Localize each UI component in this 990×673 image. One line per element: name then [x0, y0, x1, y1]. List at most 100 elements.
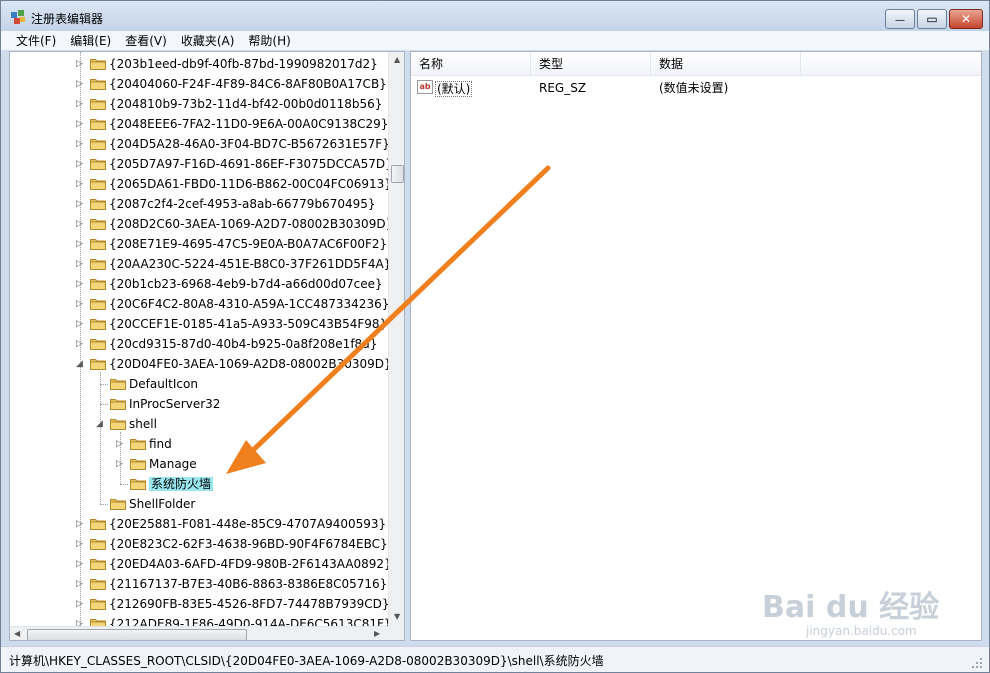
tree-node[interactable]: ▷ {20C6F4C2-80A8-4310-A59A-1CC487334236} — [10, 294, 388, 314]
baidu-watermark: Bai du 经验 jingyan.baidu.com — [756, 574, 984, 644]
window-title: 注册表编辑器 — [31, 12, 104, 26]
watermark-brand: Bai du 经验 — [762, 590, 940, 625]
scroll-left-icon[interactable]: ◀ — [14, 629, 20, 638]
expand-arrow-icon[interactable]: ▷ — [76, 278, 86, 290]
tree-node-label: {20cd9315-87d0-40b4-b925-0a8f208e1f8d} — [109, 337, 378, 351]
tree-node[interactable]: 系统防火墙 — [10, 474, 388, 494]
watermark-url: jingyan.baidu.com — [806, 624, 917, 638]
status-bar: 计算机\HKEY_CLASSES_ROOT\CLSID\{20D04FE0-3A… — [1, 646, 989, 672]
tree-node[interactable]: ▷ {212690FB-83E5-4526-8FD7-74478B7939CD} — [10, 594, 388, 614]
tree-node-label: InProcServer32 — [129, 397, 221, 411]
tree-node[interactable]: ▷ {20ED4A03-6AFD-4FD9-980B-2F6143AA0892} — [10, 554, 388, 574]
collapse-arrow-icon[interactable]: ◢ — [76, 358, 86, 370]
expand-arrow-icon[interactable]: ▷ — [76, 578, 86, 590]
values-pane: 名称 类型 数据 ab (默认) REG_SZ (数值未设置) — [410, 51, 982, 641]
resize-grip-icon[interactable] — [969, 655, 983, 669]
tree-node[interactable]: ▷ {20404060-F24F-4F89-84C6-8AF80B0A17CB} — [10, 74, 388, 94]
tree-node[interactable]: ▷ find — [10, 434, 388, 454]
expand-arrow-icon[interactable]: ▷ — [76, 58, 86, 70]
tree-node[interactable]: ▷ {205D7A97-F16D-4691-86EF-F3075DCCA57D} — [10, 154, 388, 174]
tree-node-label: find — [149, 437, 172, 451]
tree-node[interactable]: ▷ {2065DA61-FBD0-11D6-B862-00C04FC06913} — [10, 174, 388, 194]
column-header-data[interactable]: 数据 — [651, 52, 801, 76]
column-header-name[interactable]: 名称 — [411, 52, 531, 76]
tree-node[interactable]: ▷ {208E71E9-4695-47C5-9E0A-B0A7AC6F00F2} — [10, 234, 388, 254]
expand-arrow-icon[interactable]: ▷ — [76, 618, 86, 626]
tree-node[interactable]: ▷ {20b1cb23-6968-4eb9-b7d4-a66d00d07cee} — [10, 274, 388, 294]
expand-arrow-icon[interactable]: ▷ — [116, 438, 126, 450]
tree-vertical-scroll-thumb[interactable] — [391, 165, 404, 183]
expand-arrow-icon[interactable]: ▷ — [76, 318, 86, 330]
tree-node[interactable]: ▷ {208D2C60-3AEA-1069-A2D7-08002B30309D} — [10, 214, 388, 234]
tree-node[interactable]: ▷ {204D5A28-46A0-3F04-BD7C-B5672631E57F} — [10, 134, 388, 154]
scroll-up-icon[interactable]: ▲ — [394, 55, 400, 64]
expand-arrow-icon[interactable]: ▷ — [76, 598, 86, 610]
folder-icon — [90, 617, 106, 626]
folder-icon — [90, 557, 106, 570]
tree-node[interactable]: ◢ shell — [10, 414, 388, 434]
scroll-down-icon[interactable]: ▼ — [394, 612, 400, 621]
folder-icon — [130, 437, 146, 450]
expand-arrow-icon[interactable]: ▷ — [76, 178, 86, 190]
scroll-right-icon[interactable]: ▶ — [374, 629, 380, 638]
tree-node[interactable]: ◢ {20D04FE0-3AEA-1069-A2D8-08002B30309D} — [10, 354, 388, 374]
expand-arrow-icon[interactable]: ▷ — [76, 118, 86, 130]
expand-arrow-icon[interactable]: ▷ — [76, 98, 86, 110]
close-button[interactable]: ✕ — [949, 9, 983, 29]
expand-arrow-icon[interactable]: ▷ — [76, 298, 86, 310]
tree-node[interactable]: ShellFolder — [10, 494, 388, 514]
expand-arrow-icon[interactable]: ▷ — [76, 78, 86, 90]
column-header-type[interactable]: 类型 — [531, 52, 651, 76]
folder-icon — [90, 517, 106, 530]
tree-node[interactable]: ▷ {2087c2f4-2cef-4953-a8ab-66779b670495} — [10, 194, 388, 214]
tree-node[interactable]: ▷ {21167137-B7E3-40B6-8863-8386E8C05716} — [10, 574, 388, 594]
folder-icon — [110, 497, 126, 510]
menu-file[interactable]: 文件(F) — [9, 31, 63, 51]
tree-node[interactable]: DefaultIcon — [10, 374, 388, 394]
minimize-icon: — — [895, 15, 905, 26]
tree-node[interactable]: ▷ {20cd9315-87d0-40b4-b925-0a8f208e1f8d} — [10, 334, 388, 354]
collapse-arrow-icon[interactable]: ◢ — [96, 418, 106, 430]
tree-horizontal-scrollbar[interactable]: ◀ ▶ — [10, 626, 388, 640]
tree-node[interactable]: ▷ {203b1eed-db9f-40fb-87bd-1990982017d2} — [10, 54, 388, 74]
menu-view[interactable]: 查看(V) — [118, 31, 174, 51]
maximize-button[interactable]: ▭ — [917, 9, 947, 29]
folder-icon — [110, 397, 126, 410]
tree-node-label: {20E823C2-62F3-4638-96BD-90F4F6784EBC} — [109, 537, 388, 551]
menu-help[interactable]: 帮助(H) — [241, 31, 297, 51]
expand-arrow-icon[interactable]: ▷ — [76, 338, 86, 350]
tree-node[interactable]: ▷ {20E823C2-62F3-4638-96BD-90F4F6784EBC} — [10, 534, 388, 554]
expand-arrow-icon[interactable]: ▷ — [76, 158, 86, 170]
tree-node[interactable]: ▷ {2048EEE6-7FA2-11D0-9E6A-00A0C9138C29} — [10, 114, 388, 134]
folder-icon — [90, 77, 106, 90]
tree-node[interactable]: ▷ {20E25881-F081-448e-85C9-4707A9400593} — [10, 514, 388, 534]
tree-horizontal-scroll-thumb[interactable] — [27, 629, 247, 640]
expand-arrow-icon[interactable]: ▷ — [76, 258, 86, 270]
expand-arrow-icon[interactable]: ▷ — [76, 538, 86, 550]
title-bar[interactable]: 注册表编辑器 — ▭ ✕ — [1, 1, 989, 31]
expand-arrow-icon[interactable]: ▷ — [76, 218, 86, 230]
string-value-icon: ab — [417, 80, 433, 94]
tree-node[interactable]: ▷ {20CCEF1E-0185-41a5-A933-509C43B54F98} — [10, 314, 388, 334]
folder-icon — [90, 97, 106, 110]
minimize-button[interactable]: — — [885, 9, 915, 29]
expand-arrow-icon[interactable]: ▷ — [76, 518, 86, 530]
tree-vertical-scrollbar[interactable]: ▲ ▼ — [388, 52, 404, 626]
expand-arrow-icon[interactable]: ▷ — [76, 198, 86, 210]
expand-arrow-icon[interactable]: ▷ — [76, 138, 86, 150]
tree-node[interactable]: ▷ Manage — [10, 454, 388, 474]
folder-icon — [90, 357, 106, 370]
menu-edit[interactable]: 编辑(E) — [63, 31, 118, 51]
value-row[interactable]: ab (默认) REG_SZ (数值未设置) — [415, 78, 975, 98]
folder-icon — [90, 137, 106, 150]
tree-node[interactable]: ▷ {212ADE89-1F86-49D0-914A-DE6C5613C81F} — [10, 614, 388, 626]
menu-favorites[interactable]: 收藏夹(A) — [174, 31, 242, 51]
tree-node[interactable]: InProcServer32 — [10, 394, 388, 414]
tree-node[interactable]: ▷ {204810b9-73b2-11d4-bf42-00b0d0118b56} — [10, 94, 388, 114]
expand-arrow-icon[interactable]: ▷ — [76, 558, 86, 570]
expand-arrow-icon[interactable]: ▷ — [116, 458, 126, 470]
expand-arrow-icon[interactable]: ▷ — [76, 238, 86, 250]
tree-node-label: {204D5A28-46A0-3F04-BD7C-B5672631E57F} — [109, 137, 388, 151]
value-type: REG_SZ — [539, 81, 587, 95]
tree-node[interactable]: ▷ {20AA230C-5224-451E-B8C0-37F261DD5F4A} — [10, 254, 388, 274]
